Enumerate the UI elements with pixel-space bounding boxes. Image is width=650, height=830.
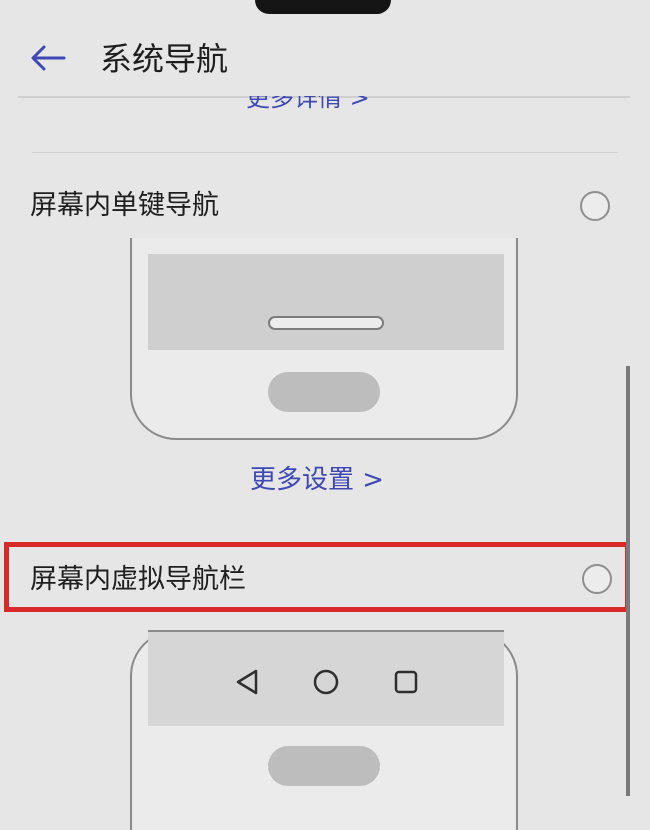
- section-divider: [32, 152, 618, 153]
- app-header: 系统导航: [0, 18, 650, 100]
- more-settings-link[interactable]: 更多设置 >: [250, 462, 384, 498]
- back-button[interactable]: [24, 38, 72, 78]
- more-details-link[interactable]: 更多详情 >: [246, 96, 370, 118]
- option-virtual-nav-bar-label[interactable]: 屏幕内虚拟导航栏: [30, 562, 246, 598]
- camera-notch: [255, 0, 391, 14]
- recents-square-icon: [392, 668, 420, 696]
- page-title: 系统导航: [100, 40, 229, 78]
- option-virtual-nav-bar-radio[interactable]: [582, 564, 612, 594]
- preview-nav-screen: [148, 630, 504, 726]
- gesture-pill-icon: [268, 316, 384, 330]
- preview-screen: [148, 254, 504, 350]
- arrow-left-icon: [31, 45, 66, 71]
- home-circle-icon: [312, 668, 340, 696]
- virtual-nav-bar-preview: [130, 630, 518, 830]
- home-button-icon: [268, 746, 380, 786]
- scrollbar[interactable]: [626, 366, 630, 796]
- single-key-nav-preview: [130, 238, 518, 440]
- option-single-key-nav-radio[interactable]: [580, 191, 610, 221]
- back-triangle-icon: [234, 668, 262, 696]
- option-single-key-nav-label[interactable]: 屏幕内单键导航: [30, 188, 219, 224]
- home-button-icon: [268, 372, 380, 412]
- more-details-label: 更多详情 >: [246, 96, 370, 112]
